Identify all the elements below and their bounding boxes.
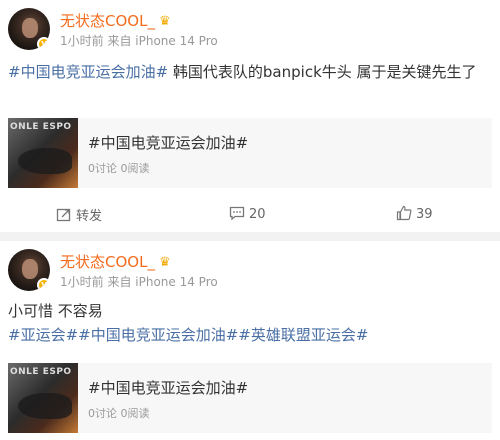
topic-card[interactable]: ONLE ESPO #中国电竞亚运会加油# 0讨论 0阅读 xyxy=(8,363,492,433)
topic-title[interactable]: #中国电竞亚运会加油# xyxy=(88,377,248,398)
post-body: 韩国代表队的banpick牛头 属于是关键先生了 xyxy=(168,63,477,81)
repost-icon xyxy=(56,208,71,222)
post-header: v 无状态COOL_ ♛ 1小时前 来自 iPhone 14 Pro xyxy=(8,8,488,52)
username[interactable]: 无状态COOL_ ♛ xyxy=(60,10,171,31)
avatar-face xyxy=(22,18,38,38)
thumbnail-figure xyxy=(18,393,72,419)
post-separator xyxy=(0,232,500,241)
verified-badge-icon: v xyxy=(37,278,50,291)
topic-thumbnail: ONLE ESPO xyxy=(8,363,78,433)
hashtag-link[interactable]: #亚运会##中国电竞亚运会加油##英雄联盟亚运会# xyxy=(8,326,368,344)
topic-thumbnail: ONLE ESPO xyxy=(8,118,78,188)
hashtag-link[interactable]: #中国电竞亚运会加油# xyxy=(8,63,168,81)
like-button[interactable]: 39 xyxy=(396,205,433,225)
repost-label: 转发 xyxy=(76,209,103,224)
post-meta: 1小时前 来自 iPhone 14 Pro xyxy=(60,275,218,289)
post-2: v 无状态COOL_ ♛ 1小时前 来自 iPhone 14 Pro 小可惜 不容… xyxy=(0,241,500,440)
post-1: v 无状态COOL_ ♛ 1小时前 来自 iPhone 14 Pro #中国电竞亚… xyxy=(0,0,500,232)
topic-card[interactable]: ONLE ESPO #中国电竞亚运会加油# 0讨论 0阅读 xyxy=(8,118,492,188)
avatar[interactable]: v xyxy=(8,249,50,291)
action-bar: 转发 20 39 xyxy=(0,198,500,232)
username-text[interactable]: 无状态COOL_ xyxy=(60,12,155,30)
post-text: #中国电竞亚运会加油# 韩国代表队的banpick牛头 属于是关键先生了 xyxy=(8,60,492,84)
thumbnail-text: ONLE ESPO xyxy=(10,122,72,132)
like-count: 39 xyxy=(416,207,433,222)
post-hashtags: #亚运会##中国电竞亚运会加油##英雄联盟亚运会# xyxy=(8,323,492,347)
crown-icon: ♛ xyxy=(158,255,171,270)
thumbnail-figure xyxy=(18,148,72,174)
avatar[interactable]: v xyxy=(8,8,50,50)
verified-badge-icon: v xyxy=(37,37,50,50)
topic-stats: 0讨论 0阅读 xyxy=(88,407,150,420)
comment-icon xyxy=(229,206,245,221)
post-body: 小可惜 不容易 xyxy=(8,302,103,320)
repost-button[interactable]: 转发 xyxy=(56,205,102,225)
username[interactable]: 无状态COOL_ ♛ xyxy=(60,251,171,272)
comment-count: 20 xyxy=(249,207,266,222)
comment-button[interactable]: 20 xyxy=(229,205,266,225)
post-header: v 无状态COOL_ ♛ 1小时前 来自 iPhone 14 Pro xyxy=(8,249,488,293)
thumbs-up-icon xyxy=(396,205,412,221)
post-meta: 1小时前 来自 iPhone 14 Pro xyxy=(60,34,218,48)
topic-title[interactable]: #中国电竞亚运会加油# xyxy=(88,132,248,153)
crown-icon: ♛ xyxy=(158,14,171,29)
topic-stats: 0讨论 0阅读 xyxy=(88,162,150,175)
avatar-face xyxy=(22,259,38,279)
username-text[interactable]: 无状态COOL_ xyxy=(60,253,155,271)
thumbnail-text: ONLE ESPO xyxy=(10,367,72,377)
